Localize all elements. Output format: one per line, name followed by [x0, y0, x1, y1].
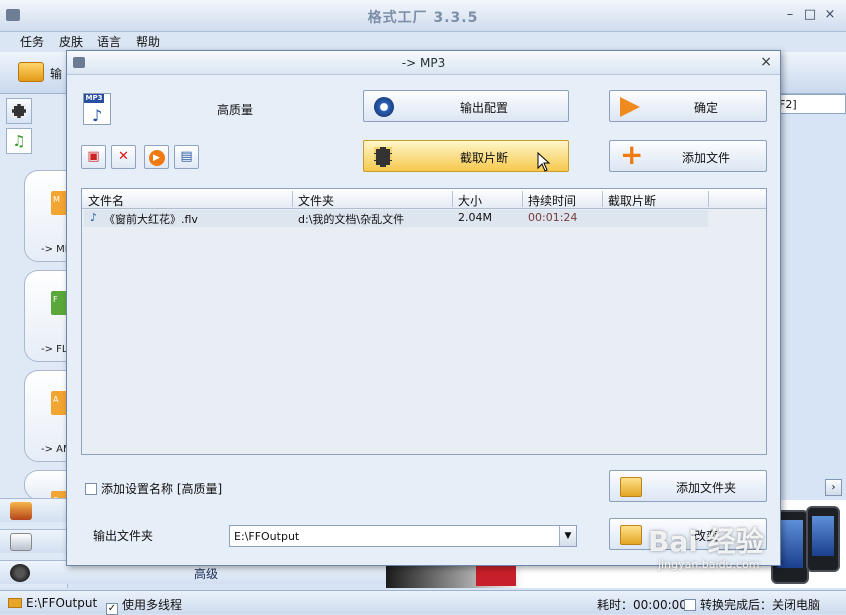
- film-reel-icon: [10, 564, 30, 582]
- minimize-button[interactable]: –: [782, 7, 798, 23]
- film-icon: [12, 104, 26, 118]
- column-filename[interactable]: 文件名: [88, 192, 124, 209]
- media-info-button[interactable]: ▤: [174, 145, 199, 169]
- output-folder-icon[interactable]: [18, 62, 44, 82]
- folder-icon: [8, 598, 22, 608]
- row-folder: d:\我的文档\杂乱文件: [298, 213, 405, 226]
- play-icon: ▶: [148, 150, 165, 166]
- multithread-checkbox[interactable]: ✓ 使用多线程: [106, 596, 182, 615]
- quality-label[interactable]: 高质量: [217, 101, 253, 118]
- row-duration: 00:01:24: [528, 211, 578, 224]
- toolbar-label: 输: [50, 67, 63, 81]
- remove-file-icon: ▣: [87, 149, 100, 164]
- menu-skin[interactable]: 皮肤: [59, 33, 83, 50]
- dialog-title: -> MP3: [401, 56, 446, 70]
- baidu-watermark: Bai 经验 jingyan.baidu.com: [648, 525, 764, 571]
- row-filename: 《窗前大红花》.flv: [104, 213, 198, 226]
- menu-language[interactable]: 语言: [97, 33, 121, 50]
- format-card-ogg[interactable]: O: [24, 470, 69, 504]
- column-size[interactable]: 大小: [458, 192, 482, 209]
- convert-dialog: -> MP3 × MP3 ♪ 高质量 输出配置 确定 ▣ ✕ ▶ ▤ 截取片断 …: [66, 50, 781, 566]
- add-settings-name-checkbox[interactable]: 添加设置名称 [高质量]: [85, 480, 222, 497]
- add-file-button[interactable]: + 添加文件: [609, 140, 767, 172]
- delete-x-icon: ✕: [118, 149, 129, 164]
- file-list-table[interactable]: 文件名 文件夹 大小 持续时间 截取片断 ♪ 《窗前大红花》.flv d:\我的…: [81, 188, 767, 455]
- right-panel-field: F2]: [774, 94, 846, 114]
- remove-item-button[interactable]: ▣: [81, 145, 106, 169]
- close-button[interactable]: ×: [822, 7, 838, 23]
- output-config-button[interactable]: 输出配置: [363, 90, 569, 122]
- checkbox-unchecked-icon: [684, 599, 696, 611]
- menu-help[interactable]: 帮助: [136, 33, 160, 50]
- checkbox-unchecked-icon: [85, 483, 97, 495]
- mp3-format-icon: MP3 ♪: [83, 93, 111, 125]
- scroll-right-button[interactable]: ›: [825, 479, 842, 496]
- picture-icon: [10, 502, 32, 520]
- shutdown-checkbox[interactable]: 转换完成后：关闭电脑: [684, 596, 820, 613]
- audio-category-tab[interactable]: ♫: [6, 128, 32, 154]
- output-folder-label: 输出文件夹: [93, 529, 154, 543]
- music-note-icon: ♫: [12, 132, 26, 150]
- format-card-amr[interactable]: A -> AM: [24, 370, 72, 462]
- row-size: 2.04M: [458, 211, 492, 224]
- add-folder-button[interactable]: 添加文件夹: [609, 470, 767, 502]
- table-row[interactable]: ♪ 《窗前大红花》.flv d:\我的文档\杂乱文件 2.04M 00:01:2…: [84, 210, 708, 227]
- mouse-cursor-icon: [537, 152, 551, 172]
- elapsed-time: 耗时：00:00:00: [597, 598, 687, 612]
- status-path: E:\FFOutput: [8, 596, 97, 610]
- ok-button[interactable]: 确定: [609, 90, 767, 122]
- play-button[interactable]: ▶: [144, 145, 169, 169]
- format-card-mp3[interactable]: M -> MP: [24, 170, 71, 262]
- chevron-down-icon[interactable]: ▼: [559, 526, 576, 546]
- clear-list-button[interactable]: ✕: [111, 145, 136, 169]
- advanced-label: 高级: [194, 567, 219, 581]
- output-folder-select[interactable]: E:\FFOutput: [229, 525, 577, 547]
- statusbar: E:\FFOutput ✓ 使用多线程 耗时：00:00:00 转换完成后：关闭电…: [0, 590, 846, 615]
- format-card-label: -> FL: [41, 344, 68, 355]
- disc-drive-icon: [10, 533, 32, 551]
- column-folder[interactable]: 文件夹: [298, 192, 334, 209]
- app-title: 格式工厂 3.3.5: [367, 10, 479, 26]
- column-clip[interactable]: 截取片断: [608, 192, 656, 209]
- audio-file-icon: ♪: [90, 211, 98, 224]
- info-card-icon: ▤: [180, 149, 193, 164]
- maximize-button[interactable]: □: [802, 7, 818, 23]
- menu-tasks[interactable]: 任务: [20, 33, 44, 50]
- checkbox-checked-icon: ✓: [106, 603, 118, 615]
- dialog-close-button[interactable]: ×: [760, 54, 772, 70]
- app-titlebar: 格式工厂 3.3.5 – □ ×: [0, 0, 846, 32]
- menubar: 任务 皮肤 语言 帮助: [0, 32, 846, 52]
- column-duration[interactable]: 持续时间: [528, 192, 576, 209]
- video-category-tab[interactable]: [6, 98, 32, 124]
- table-header: 文件名 文件夹 大小 持续时间 截取片断: [82, 189, 766, 209]
- format-card-flac[interactable]: F -> FL: [24, 270, 69, 362]
- dialog-titlebar[interactable]: -> MP3 ×: [67, 51, 780, 75]
